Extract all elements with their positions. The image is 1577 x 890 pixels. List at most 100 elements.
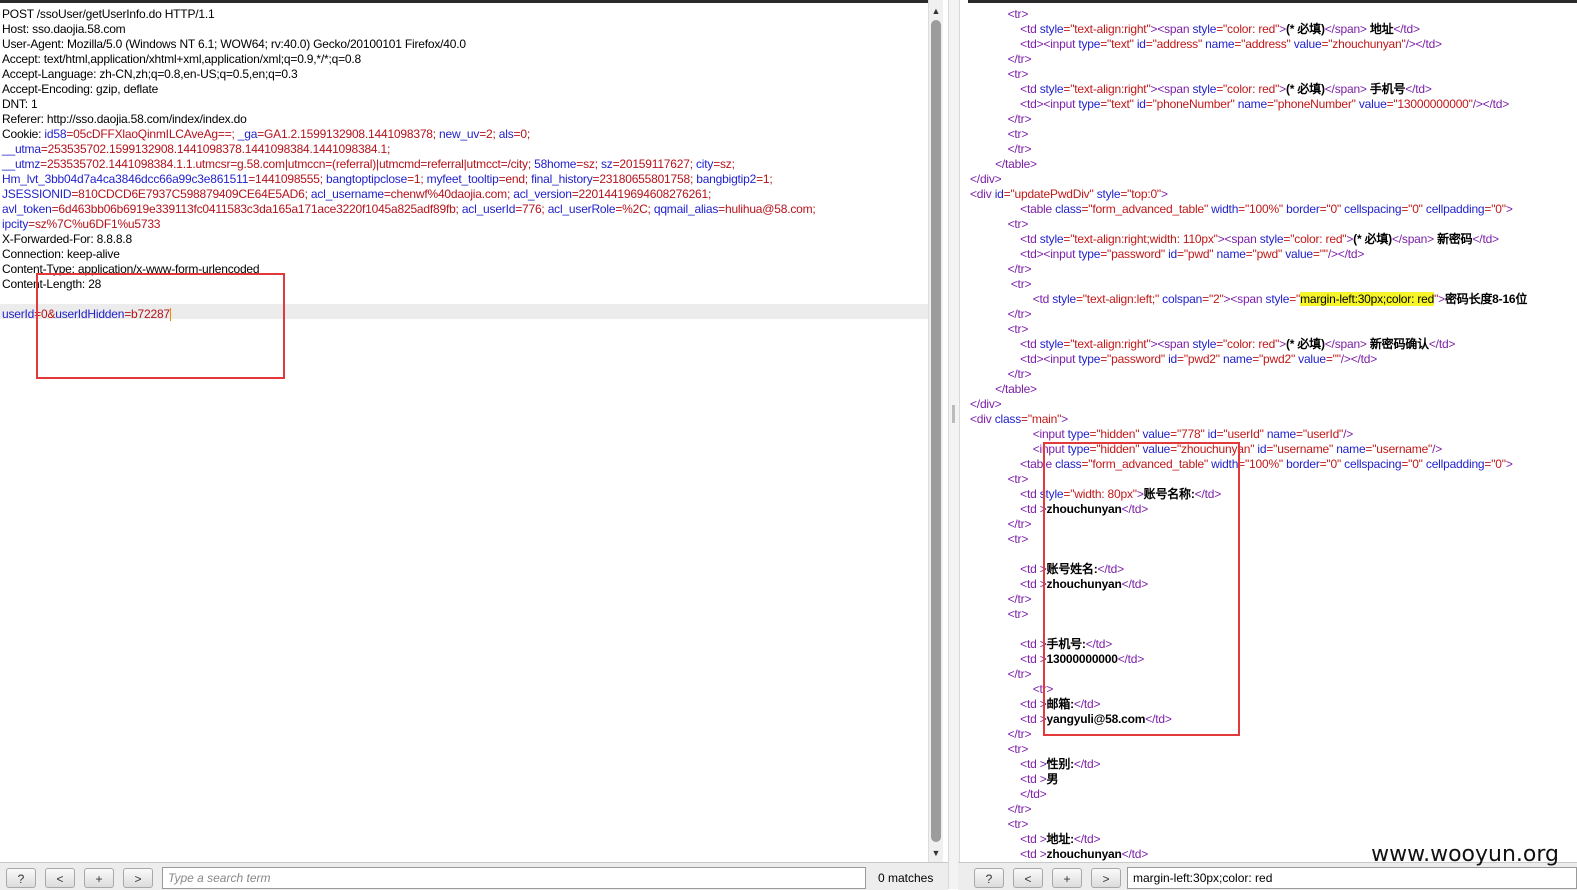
code-token: ="text-align:right" — [1063, 337, 1151, 351]
code-line: <tr> — [970, 472, 1029, 487]
scroll-down-icon[interactable]: ▼ — [929, 846, 943, 860]
help-button[interactable]: ? — [974, 868, 1004, 888]
code-token: =776; — [515, 202, 548, 216]
code-token: style — [1192, 337, 1217, 351]
search-input[interactable]: Type a search term — [162, 867, 866, 889]
code-line: <td><input type="text" id="address" name… — [970, 37, 1442, 52]
code-line: <td style="text-align:right"><span style… — [970, 337, 1455, 352]
add-button[interactable]: + — [1052, 868, 1082, 888]
code-token: ="address" — [1234, 37, 1294, 51]
code-line: </tr> — [970, 142, 1032, 157]
code-token: </tr> — [1007, 727, 1032, 741]
code-token: =end; — [498, 172, 532, 186]
code-token: </tr> — [1007, 262, 1032, 276]
search-input[interactable]: margin-left:30px;color: red — [1127, 867, 1577, 889]
code-line: <tr> — [970, 817, 1029, 832]
code-token: value — [1285, 247, 1313, 261]
code-token: <td > — [1020, 832, 1047, 846]
response-editor[interactable]: <tr> <td style="text-align:right"><span … — [966, 0, 1577, 862]
code-token: style — [1039, 337, 1064, 351]
code-token: </td> — [1121, 847, 1149, 861]
code-line: <tr> — [970, 217, 1029, 232]
code-token: 新密码 — [1433, 232, 1473, 246]
code-token: style — [1265, 292, 1290, 306]
code-token: =1; — [407, 172, 427, 186]
previous-match-button[interactable]: < — [45, 868, 75, 888]
code-line: __utmz=253535702.1441098384.1.1.utmcsr=g… — [2, 157, 735, 172]
code-token: value — [1298, 352, 1326, 366]
code-token: ="0" — [1401, 202, 1426, 216]
code-line: </tr> — [970, 367, 1032, 382]
add-button[interactable]: + — [84, 868, 114, 888]
code-token: =sz; — [576, 157, 601, 171]
code-token: name — [1336, 442, 1366, 456]
code-token: </tr> — [1007, 667, 1032, 681]
code-token: ><span — [1217, 232, 1260, 246]
code-token: </td> — [1393, 22, 1420, 36]
code-token: ="pwd" — [1245, 247, 1286, 261]
code-token: =GA1.2.1599132908.1441098378; — [257, 127, 440, 141]
code-token: avl_token — [2, 202, 52, 216]
code-token: style — [1192, 22, 1217, 36]
code-line: <tr> — [970, 607, 1029, 622]
code-token: <tr> — [1007, 322, 1029, 336]
code-token: <td — [1020, 232, 1040, 246]
match-count: 0 matches — [878, 871, 934, 885]
request-editor[interactable]: POST /ssoUser/getUserInfo.do HTTP/1.1 Hos… — [0, 0, 928, 862]
code-token: <td><input — [1020, 247, 1079, 261]
code-token: acl_version — [513, 187, 572, 201]
code-token: colspan — [1162, 292, 1203, 306]
code-token: style — [1052, 292, 1076, 306]
code-line: </div> — [970, 397, 1002, 412]
code-token: Accept-Encoding: gzip, deflate — [2, 82, 159, 96]
code-token: <td><input — [1020, 97, 1079, 111]
code-token: > — [1061, 412, 1068, 426]
next-match-button[interactable]: > — [123, 868, 153, 888]
code-line: avl_token=6d463bb06b6919e339113fc0411583… — [2, 202, 816, 217]
previous-match-button[interactable]: < — [1013, 868, 1043, 888]
code-token: ="pwd" — [1177, 247, 1217, 261]
code-token: ="phoneNumber" — [1266, 97, 1359, 111]
code-token: ><span — [1150, 22, 1193, 36]
code-line: <td >男 — [970, 772, 1058, 787]
scroll-up-icon[interactable]: ▲ — [929, 4, 943, 18]
code-line: POST /ssoUser/getUserInfo.do HTTP/1.1 — [2, 7, 215, 22]
code-token: ="text" — [1100, 97, 1137, 111]
code-line: <td style="text-align:right"><span style… — [970, 22, 1420, 37]
help-button[interactable]: ? — [6, 868, 36, 888]
code-token: </td> — [1073, 832, 1101, 846]
code-token: </div> — [970, 397, 1002, 411]
code-token: type — [1078, 352, 1101, 366]
code-token: <td > — [1020, 772, 1047, 786]
code-line: <tr> — [970, 277, 1032, 292]
code-token: ="pwd2" — [1177, 352, 1223, 366]
code-line: </tr> — [970, 592, 1032, 607]
request-scrollbar[interactable]: ▲ ▼ — [928, 0, 943, 862]
code-token: id — [1207, 427, 1217, 441]
code-token: ="userId" — [1216, 427, 1267, 441]
code-token: bangtoptipclose — [326, 172, 408, 186]
code-token: </td> — [1073, 757, 1101, 771]
code-token: <td><input — [1020, 352, 1079, 366]
scrollbar-thumb[interactable] — [931, 20, 941, 842]
split-divider[interactable] — [948, 0, 960, 889]
code-token: <input — [1032, 427, 1068, 441]
code-line: Accept: text/html,application/xhtml+xml,… — [2, 52, 361, 67]
code-token: ="color: red" — [1216, 82, 1280, 96]
code-token: DNT: 1 — [2, 97, 38, 111]
next-match-button[interactable]: > — [1091, 868, 1121, 888]
code-token: (* 必填) — [1285, 82, 1325, 96]
code-token: value — [1358, 97, 1387, 111]
